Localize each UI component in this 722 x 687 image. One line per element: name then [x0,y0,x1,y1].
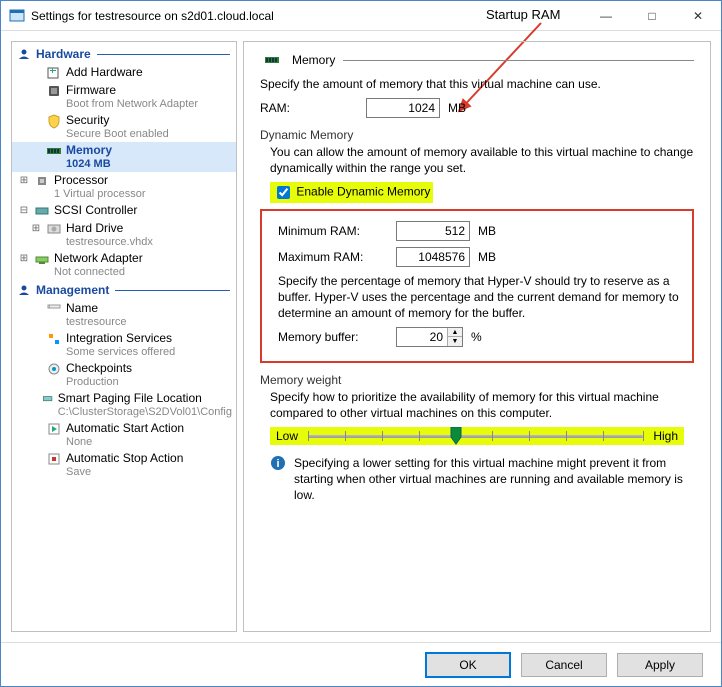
firmware-icon [46,83,62,99]
sidebar-item-scsi[interactable]: ⊟ SCSI Controller [12,202,236,220]
shield-icon [46,113,62,129]
callout-label: Startup RAM [486,7,560,22]
settings-window: Settings for testresource on s2d01.cloud… [0,0,722,687]
svg-text:I: I [49,304,50,309]
weight-high-label: High [653,429,678,443]
buffer-text: Specify the percentage of memory that Hy… [278,273,686,321]
dialog-footer: OK Cancel Apply [1,642,721,686]
ok-button[interactable]: OK [425,652,511,678]
app-icon [9,8,25,24]
memory-weight-slider[interactable] [308,429,643,443]
window-title: Settings for testresource on s2d01.cloud… [31,9,274,23]
apply-button[interactable]: Apply [617,653,703,677]
processor-icon [34,173,50,189]
sidebar-item-name[interactable]: I Nametestresource [12,300,236,330]
expand-icon[interactable]: ⊞ [30,223,42,234]
memory-icon [46,143,62,159]
sidebar-item-hard-drive[interactable]: ⊞ Hard Drivetestresource.vhdx [12,220,236,250]
memory-icon [264,52,280,68]
paging-icon [42,391,53,407]
integration-icon [46,331,62,347]
sidebar-item-processor[interactable]: ⊞ Processor1 Virtual processor [12,172,236,202]
min-ram-label: Minimum RAM: [278,224,388,238]
titlebar: Settings for testresource on s2d01.cloud… [1,1,721,31]
max-ram-input[interactable] [396,247,470,267]
buffer-spin-up[interactable]: ▲ [448,328,462,337]
sidebar-item-firmware[interactable]: FirmwareBoot from Network Adapter [12,82,236,112]
sidebar-item-auto-start[interactable]: Automatic Start ActionNone [12,420,236,450]
ram-unit: MB [448,101,466,115]
memory-weight-header: Memory weight [260,373,694,387]
sidebar-item-network[interactable]: ⊞ Network AdapterNot connected [12,250,236,280]
cancel-button[interactable]: Cancel [521,653,607,677]
buffer-unit: % [471,330,482,344]
weight-low-label: Low [276,429,298,443]
buffer-spin-down[interactable]: ▼ [448,337,462,346]
user-icon [18,284,30,296]
dynamic-memory-text: You can allow the amount of memory avail… [270,144,694,176]
slider-thumb-icon[interactable] [449,427,463,445]
ram-label: RAM: [260,101,290,115]
min-ram-input[interactable] [396,221,470,241]
panel-intro: Specify the amount of memory that this v… [260,76,694,92]
enable-dynamic-memory-label: Enable Dynamic Memory [296,185,430,199]
sidebar-section-management: Management [12,280,236,300]
sidebar-item-security[interactable]: SecuritySecure Boot enabled [12,112,236,142]
sidebar-item-integration[interactable]: Integration ServicesSome services offere… [12,330,236,360]
svg-text:i: i [276,458,279,470]
max-ram-unit: MB [478,250,496,264]
collapse-icon[interactable]: ⊟ [18,205,30,216]
buffer-label: Memory buffer: [278,330,388,344]
settings-panel: Memory Specify the amount of memory that… [243,41,711,632]
ram-input[interactable] [366,98,440,118]
sidebar-hardware-label: Hardware [36,47,91,61]
sidebar-section-hardware: Hardware [12,44,236,64]
sidebar-item-add-hardware[interactable]: Add Hardware [12,64,236,82]
name-icon: I [46,301,62,317]
hard-drive-icon [46,221,62,237]
info-text: Specifying a lower setting for this virt… [294,455,684,503]
dynamic-memory-group: Minimum RAM: MB Maximum RAM: MB Specify … [260,209,694,363]
maximize-button[interactable]: □ [629,1,675,31]
auto-start-icon [46,421,62,437]
sidebar-management-label: Management [36,283,109,297]
memory-weight-text: Specify how to prioritize the availabili… [270,389,694,421]
network-icon [34,251,50,267]
add-hardware-icon [46,65,62,81]
sidebar-item-memory[interactable]: Memory1024 MB [12,142,236,172]
max-ram-label: Maximum RAM: [278,250,388,264]
buffer-input[interactable] [397,328,447,346]
close-button[interactable]: ✕ [675,1,721,31]
enable-dynamic-memory-checkbox[interactable] [277,186,290,199]
sidebar-item-auto-stop[interactable]: Automatic Stop ActionSave [12,450,236,480]
minimize-button[interactable]: — [583,1,629,31]
sidebar-item-paging[interactable]: Smart Paging File LocationC:\ClusterStor… [12,390,236,420]
scsi-icon [34,203,50,219]
panel-title: Memory [292,53,335,67]
auto-stop-icon [46,451,62,467]
sidebar: Hardware Add Hardware FirmwareBoot from … [11,41,237,632]
user-icon [18,48,30,60]
checkpoints-icon [46,361,62,377]
info-icon: i [270,455,286,471]
sidebar-item-checkpoints[interactable]: CheckpointsProduction [12,360,236,390]
min-ram-unit: MB [478,224,496,238]
dynamic-memory-header: Dynamic Memory [260,128,694,142]
expand-icon[interactable]: ⊞ [18,253,30,264]
expand-icon[interactable]: ⊞ [18,175,30,186]
